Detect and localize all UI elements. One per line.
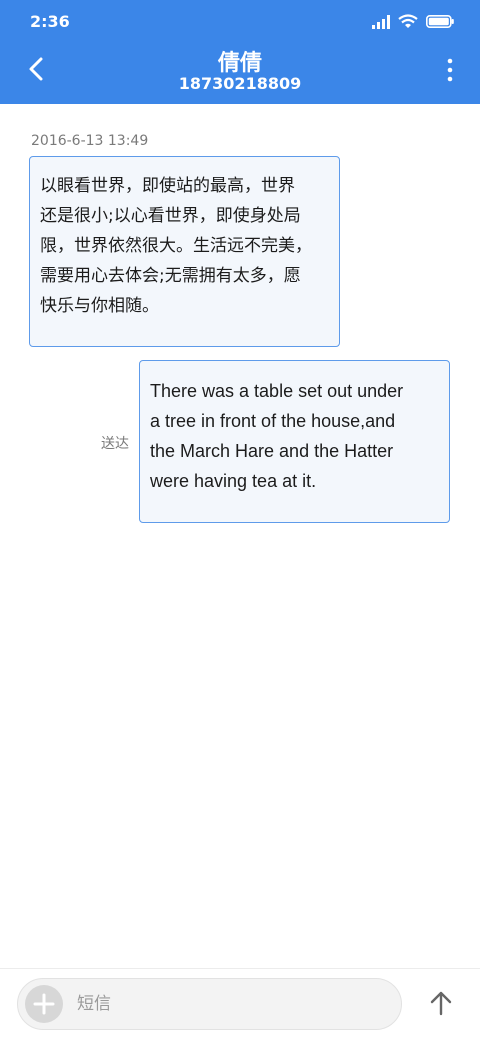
message-line: 还是很小;以心看世界，即使身处局 xyxy=(40,206,301,226)
delivery-status: 送达 xyxy=(101,436,129,452)
message-line: 以眼看世界，即使站的最高，世界 xyxy=(40,176,295,196)
status-icons xyxy=(372,14,454,29)
status-time: 2:36 xyxy=(30,12,70,31)
message-line: were having tea at it. xyxy=(150,471,317,491)
signal-icon xyxy=(372,14,390,29)
message-timestamp: 2016-6-13 13:49 xyxy=(31,133,149,149)
app-header: 2:36 倩倩 18730218809 xyxy=(0,0,480,104)
message-line: There was a table set out under xyxy=(150,381,404,401)
phone-number: 18730218809 xyxy=(178,74,302,93)
wifi-icon xyxy=(398,14,418,28)
message-line: 快乐与你相随。 xyxy=(40,296,159,316)
more-vertical-icon[interactable] xyxy=(444,57,456,83)
incoming-message-bubble[interactable]: 以眼看世界，即使站的最高，世界 还是很小;以心看世界，即使身处局 限，世界依然很… xyxy=(29,156,340,347)
message-input[interactable] xyxy=(77,990,377,1018)
message-line: 限，世界依然很大。生活远不完美， xyxy=(40,236,312,256)
message-line: a tree in front of the house,and xyxy=(150,411,396,431)
contact-name: 倩倩 xyxy=(217,51,262,76)
message-line: the March Hare and the Hatter xyxy=(150,441,394,461)
add-attachment-button[interactable] xyxy=(25,985,63,1023)
outgoing-message-bubble[interactable]: There was a table set out under a tree i… xyxy=(139,360,450,523)
send-arrow-up-icon[interactable] xyxy=(426,988,456,1018)
battery-icon xyxy=(426,15,454,28)
plus-icon xyxy=(33,993,55,1015)
message-line: 需要用心去体会;无需拥有太多，愿 xyxy=(40,266,301,286)
